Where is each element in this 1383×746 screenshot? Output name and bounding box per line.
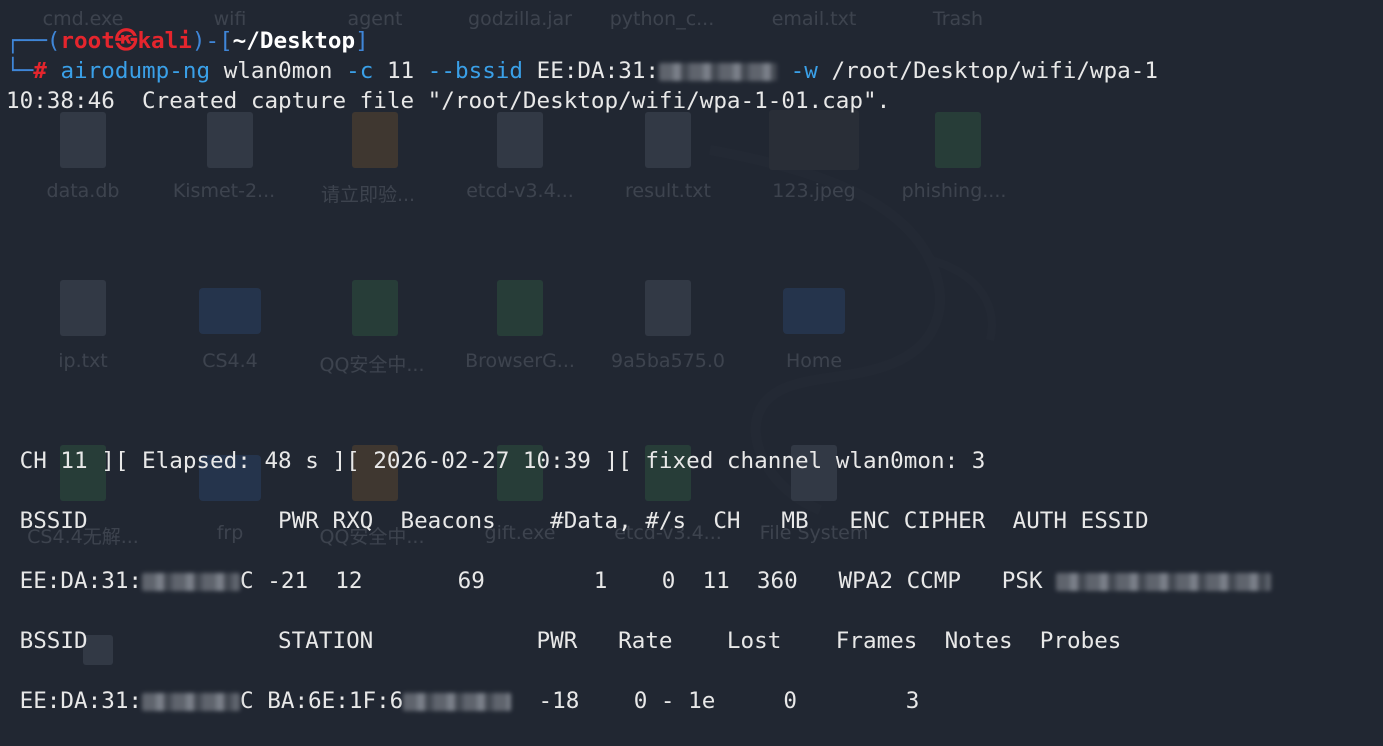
command-output-path: /root/Desktop/wifi/wpa-1 (831, 58, 1158, 84)
prompt-user: root (60, 28, 115, 54)
prompt-cwd: ~/Desktop (232, 28, 356, 54)
command-bssid: EE:DA:31: (536, 58, 660, 84)
redacted-bssid (142, 572, 241, 591)
station-row-values: -18 0 - 1e 0 3 (511, 688, 920, 714)
station-bssid-tail: C (240, 688, 254, 714)
prompt-host: kali (137, 28, 192, 54)
station-bssid: EE:DA:31: (6, 688, 143, 714)
ap-table-row: EE:DA:31: C -21 12 69 1 0 11 360 WPA2 CCM… (6, 566, 1272, 596)
ap-row-values: -21 12 69 1 0 11 360 WPA2 CCMP PSK (253, 568, 1057, 594)
prompt-end: ] (355, 28, 369, 54)
command-program: airodump-ng (60, 58, 211, 84)
redacted-bssid (142, 692, 241, 711)
redacted-essid (1056, 572, 1272, 591)
ap-bssid-tail: C (240, 568, 254, 594)
command-iface: wlan0mon (223, 58, 333, 84)
command-write-flag: -w (790, 58, 818, 84)
prompt-corner-bottom: └─ (6, 58, 34, 84)
terminal-window[interactable]: ┌──(root㉿kali)-[~/Desktop] └─# airodump-… (0, 0, 1383, 746)
command-channel-flag: -c (346, 58, 374, 84)
command-channel: 11 (386, 58, 415, 84)
prompt-line: ┌──(root㉿kali)-[~/Desktop] (6, 26, 369, 56)
station-table-header: BSSID STATION PWR Rate Lost Frames Notes… (6, 628, 1122, 654)
airodump-status-line: CH 11 ][ Elapsed: 48 s ][ 2026-02-27 10:… (6, 448, 986, 474)
command-bssid-flag: --bssid (427, 58, 523, 84)
prompt-corner-top: ┌──( (6, 28, 61, 54)
command-line: └─# airodump-ng wlan0mon -c 11 --bssid E… (6, 56, 1158, 86)
redacted-station-mac (403, 692, 512, 711)
capture-created-message: 10:38:46 Created capture file "/root/Des… (6, 88, 891, 114)
prompt-hash: # (33, 58, 47, 84)
redacted-bssid (659, 62, 778, 81)
ap-table-header: BSSID PWR RXQ Beacons #Data, #/s CH MB E… (6, 508, 1149, 534)
prompt-at-symbol: ㉿ (114, 28, 138, 54)
station-table-row: EE:DA:31: C BA:6E:1F:6 -18 0 - 1e 0 3 (6, 686, 920, 716)
prompt-mid: )-[ (191, 28, 233, 54)
station-mac: BA:6E:1F:6 (253, 688, 404, 714)
ap-bssid: EE:DA:31: (6, 568, 143, 594)
